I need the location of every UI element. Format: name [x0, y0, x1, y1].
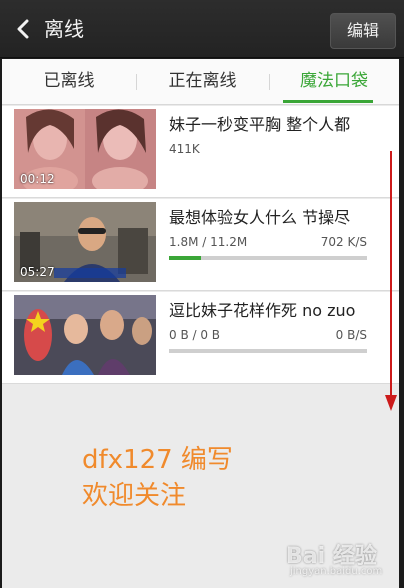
offline-content: 已离线 正在离线 魔法口袋 00:12 妹子一秒变平胸 整个人都 411K 05… — [2, 59, 399, 588]
back-arrow-icon[interactable] — [14, 19, 34, 39]
author-note: dfx127 编写 — [82, 439, 233, 476]
title-bar: 离线 编辑 — [0, 0, 404, 58]
video-size: 411K — [169, 142, 200, 156]
active-tab-indicator — [283, 100, 373, 103]
video-size: 1.8M / 11.2M — [169, 235, 248, 249]
page-title: 离线 — [44, 17, 84, 41]
video-thumbnail[interactable]: 05:27 — [14, 202, 156, 282]
video-duration: 00:12 — [20, 172, 55, 186]
list-item[interactable]: 05:27 最想体验女人什么 节操尽 1.8M / 11.2M 702 K/S — [2, 199, 399, 291]
list-item[interactable]: 逗比妹子花样作死 no zuo 0 B / 0 B 0 B/S — [2, 292, 399, 384]
download-progress-fill — [169, 256, 201, 260]
watermark-url: jingyan.baidu.com — [290, 566, 383, 577]
download-progress-bar — [169, 256, 367, 260]
follow-note: 欢迎关注 — [82, 481, 187, 511]
tab-magic-pocket[interactable]: 魔法口袋 — [269, 59, 399, 105]
video-size: 0 B / 0 B — [169, 328, 221, 342]
video-thumbnail[interactable] — [14, 295, 156, 375]
video-title: 逗比妹子花样作死 no zuo — [169, 301, 356, 320]
video-title: 最想体验女人什么 节操尽 — [169, 208, 351, 227]
author-note-suffix: 编写 — [172, 445, 233, 475]
red-down-arrow-icon — [385, 151, 397, 411]
video-duration: 05:27 — [20, 265, 55, 279]
baidu-jingyan-watermark: Bai 经验 jingyan.baidu.com — [286, 536, 398, 582]
video-thumbnail[interactable]: 00:12 — [14, 109, 156, 189]
tab-downloading[interactable]: 正在离线 — [136, 59, 269, 105]
video-title: 妹子一秒变平胸 整个人都 — [169, 115, 351, 134]
author-name: dfx127 — [82, 445, 173, 475]
download-speed: 0 B/S — [335, 328, 367, 342]
list-item[interactable]: 00:12 妹子一秒变平胸 整个人都 411K — [2, 106, 399, 198]
tab-downloaded[interactable]: 已离线 — [2, 59, 136, 105]
download-progress-bar — [169, 349, 367, 353]
edit-button[interactable]: 编辑 — [330, 13, 396, 49]
thumbnail-image — [14, 295, 156, 375]
download-speed: 702 K/S — [320, 235, 367, 249]
tab-bar: 已离线 正在离线 魔法口袋 — [2, 59, 399, 105]
